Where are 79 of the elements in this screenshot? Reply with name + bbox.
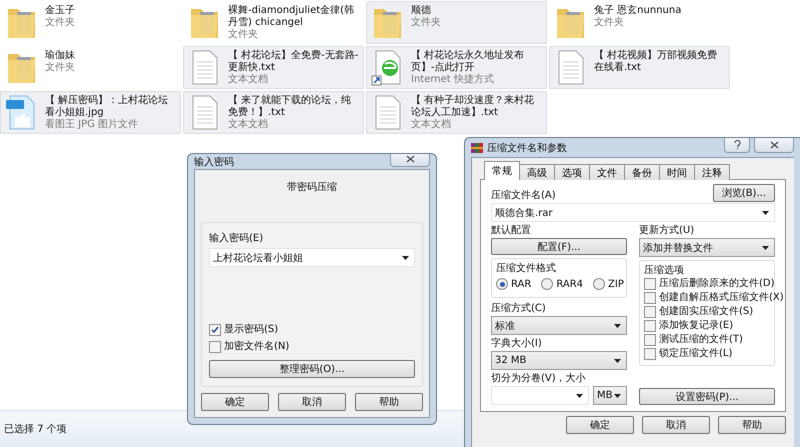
file-tile[interactable]: 【 有种子却没速度？来村花论坛人工加速】.txt 文本文档	[366, 91, 547, 134]
set-password-button[interactable]: 设置密码(P)...	[639, 388, 775, 405]
radio-label: ZIP	[608, 278, 624, 290]
radio-label: RAR	[511, 278, 532, 290]
file-tile[interactable]: 顺德 文件夹	[366, 1, 547, 44]
field-label: 字典大小(I)	[491, 336, 543, 350]
file-name: 金玉子	[45, 5, 75, 16]
dialog-button[interactable]: 帮助	[718, 416, 786, 434]
file-type: 文本文档	[228, 119, 269, 131]
tab[interactable]: 注释	[694, 164, 730, 180]
checkbox-label: 显示密码(S)	[224, 323, 278, 337]
file-type: 文件夹	[228, 29, 259, 41]
dialog-button[interactable]: 取消	[278, 393, 346, 411]
file-type: 文件夹	[45, 62, 75, 74]
dialog-button[interactable]: 取消	[642, 416, 710, 434]
file-tile[interactable]: 兔子 恩玄nunnuna 文件夹	[549, 1, 730, 44]
file-tile[interactable]: 【 村花视频】万部视频免费在线看.txt	[549, 46, 730, 89]
file-name: 【 来了就能下载的论坛，纯免费！】.txt	[228, 95, 352, 118]
checkbox-label: 加密文件名(N)	[224, 340, 290, 354]
tab[interactable]: 高级	[519, 164, 555, 180]
file-name: 瑜伽妹	[45, 50, 75, 62]
dialog-button[interactable]: 确定	[566, 416, 634, 434]
file-tile[interactable]: 【 村花论坛】全免费-无套路-更新快.txt 文本文档	[183, 46, 364, 89]
checkbox-label: 创建自解压格式压缩文件(X)	[659, 291, 784, 305]
status-text: 已选择 7 个项	[4, 422, 67, 436]
update-mode-dropdown[interactable]: 添加并替换文件	[639, 238, 775, 257]
file-type: 文件夹	[45, 17, 75, 29]
file-tile[interactable]: 【 解压密码】：上村花论坛看小姐姐.jpg 看图王 JPG 图片文件	[0, 91, 181, 134]
tab[interactable]: 时间	[659, 164, 695, 180]
radio-label: RAR4	[556, 278, 584, 290]
tab[interactable]: 选项	[554, 164, 590, 180]
file-tile[interactable]: 金玉子 文件夹	[0, 1, 181, 44]
group-label: 压缩文件格式	[496, 262, 557, 275]
dictionary-dropdown[interactable]: 32 MB	[491, 351, 627, 370]
password-field[interactable]: 上村花论坛看小姐姐	[209, 248, 415, 267]
checkbox-label: 创建固实压缩文件(S)	[659, 305, 754, 319]
file-name: 【 村花论坛永久地址发布页】-点此打开	[411, 50, 526, 74]
browse-button[interactable]: 浏览(B)...	[712, 184, 775, 202]
tab[interactable]: 常规	[484, 161, 520, 180]
checkbox-label: 添加恢复记录(E)	[659, 319, 734, 333]
file-name: 【 村花论坛】全免费-无套路-更新快.txt	[228, 50, 359, 74]
tab[interactable]: 备份	[624, 164, 660, 180]
field-label: 更新方式(U)	[639, 224, 696, 237]
file-tile[interactable]: 【 村花论坛永久地址发布页】-点此打开 Internet 快捷方式	[366, 46, 547, 89]
file-type: 看图王 JPG 图片文件	[45, 119, 140, 131]
window-title: 输入密码	[194, 156, 235, 168]
file-type: 文本文档	[228, 74, 269, 86]
file-tile[interactable]: 裸舞-diamondjuliet金律(韩丹雪) chicangel 文件夹	[183, 1, 364, 44]
method-dropdown[interactable]: 标准	[491, 316, 627, 335]
file-type: 文件夹	[594, 17, 625, 29]
file-name: 兔子 恩玄nunnuna	[594, 5, 682, 16]
tab[interactable]: 文件	[589, 164, 625, 180]
archive-name-field[interactable]: 顺德合集.rar	[491, 203, 775, 222]
checkbox-label: 锁定压缩文件(L)	[659, 347, 732, 361]
dialog-heading: 带密码压缩	[286, 180, 338, 195]
file-type: 文件夹	[411, 17, 441, 29]
file-type: Internet 快捷方式	[411, 74, 495, 86]
checkbox-label: 压缩后删除原来的文件(D)	[659, 277, 775, 291]
file-type: 文本文档	[411, 119, 452, 131]
checkbox-label: 测试压缩的文件(T)	[659, 333, 743, 347]
file-tile[interactable]: 瑜伽妹 文件夹	[0, 46, 181, 89]
file-name: 【 有种子却没速度？来村花论坛人工加速】.txt	[411, 95, 536, 118]
profiles-button[interactable]: 配置(F)...	[491, 238, 627, 255]
field-label: 输入密码(E)	[209, 232, 264, 245]
file-name: 【 村花视频】万部视频免费在线看.txt	[594, 50, 718, 74]
window-title: 压缩文件名和参数	[487, 142, 568, 154]
field-label: 默认配置	[491, 224, 532, 237]
file-name: 【 解压密码】：上村花论坛看小姐姐.jpg	[45, 95, 170, 118]
file-name: 顺德	[411, 5, 432, 16]
group-label: 压缩选项	[644, 264, 685, 277]
dialog-button[interactable]: 确定	[201, 393, 269, 411]
unit-dropdown[interactable]: MB	[593, 386, 627, 405]
field-label: 压缩方式(C)	[491, 302, 547, 315]
file-tile[interactable]: 【 来了就能下载的论坛，纯免费！】.txt 文本文档	[183, 91, 364, 134]
field-label: 切分为分卷(V)，大小	[491, 372, 587, 385]
organize-passwords-button[interactable]: 整理密码(O)...	[209, 360, 415, 378]
file-name: 裸舞-diamondjuliet金律(韩丹雪) chicangel	[228, 5, 356, 28]
dialog-button[interactable]: 帮助	[355, 393, 423, 411]
field-label: 压缩文件名(A)	[491, 188, 556, 202]
